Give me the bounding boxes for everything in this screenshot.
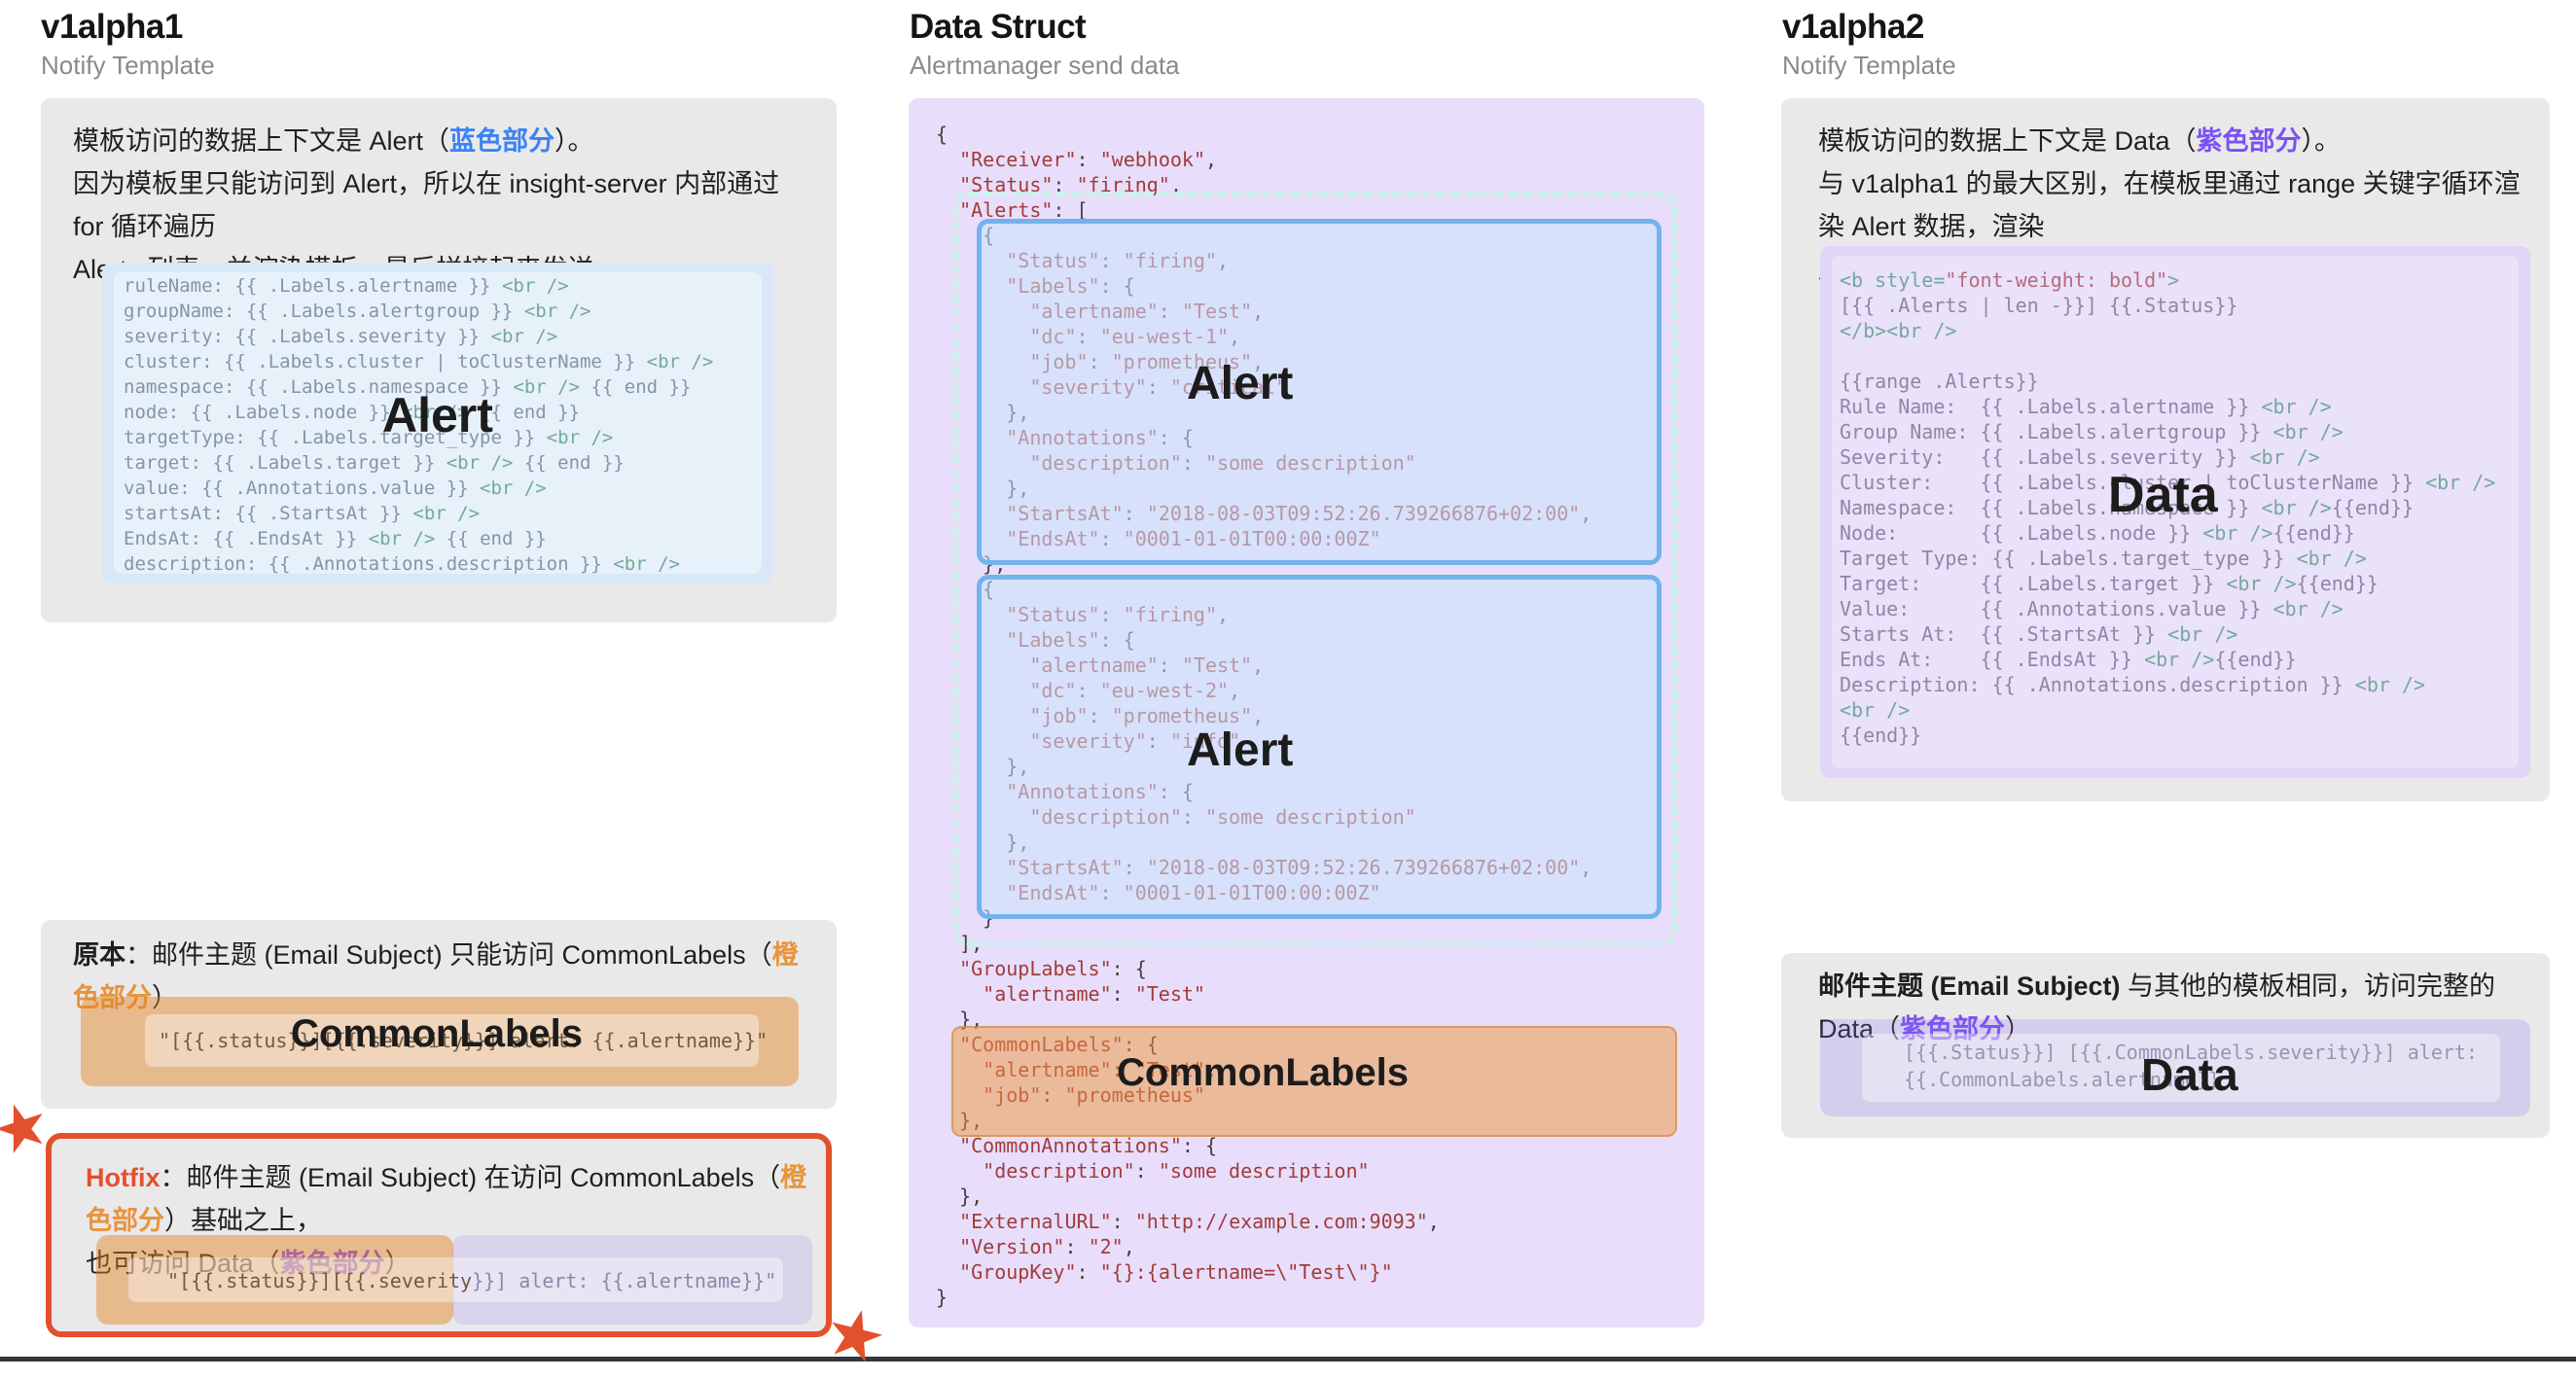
alertmanager-json-panel: { "Receiver": "webhook", "Status": "firi… xyxy=(909,98,1704,1327)
right-column-title: v1alpha2 xyxy=(1782,8,1924,47)
commonlabels-overlay-label: CommonLabels xyxy=(1117,1051,1409,1095)
intro-text-run: 模板访问的数据上下文是 Data（ xyxy=(1818,126,2197,156)
intro-text-run: 因为模板里只能访问到 Alert，所以在 insight-server 内部通过… xyxy=(73,169,779,241)
hotfix-text-run: ）基础之上， xyxy=(164,1206,322,1235)
v1alpha1-intro-panel: 模板访问的数据上下文是 Alert（蓝色部分）。 因为模板里只能访问到 Aler… xyxy=(41,98,837,622)
v1alpha2-subject-panel: 邮件主题 (Email Subject) 与其他的模板相同，访问完整的 Data… xyxy=(1781,953,2550,1138)
left-column-title: v1alpha1 xyxy=(41,8,183,47)
intro-text-run: ）。 xyxy=(2302,126,2342,156)
v1alpha1-template-code-block: ruleName: {{ .Labels.alertname }} <br />… xyxy=(102,263,773,583)
email-subject-label: 邮件主题 (Email Subject) xyxy=(1818,972,2121,1001)
alert-overlay-label: Alert xyxy=(1187,357,1293,410)
screenshot-bottom-edge xyxy=(0,1357,2576,1361)
original-subject-panel: 原本：邮件主题 (Email Subject) 只能访问 CommonLabel… xyxy=(41,920,837,1109)
v1alpha2-intro-panel: 模板访问的数据上下文是 Data（紫色部分）。 与 v1alpha1 的最大区别… xyxy=(1781,98,2550,801)
data-purple-highlight: [{{.Status}}] [{{.CommonLabels.severity}… xyxy=(1820,1019,2530,1116)
alert-object-box-2 xyxy=(977,575,1662,919)
alert-overlay-label: Alert xyxy=(1187,724,1293,777)
data-overlay-label: Data xyxy=(2141,1048,2238,1101)
purple-part-ref: 紫色部分 xyxy=(2197,126,2302,156)
hotfix-code-orange-part: "[{{.status}}][{{.severity xyxy=(167,1269,472,1292)
commonlabels-overlay-label: CommonLabels xyxy=(291,1012,583,1056)
commonlabels-orange-highlight: "[{{.status}}][{{.severity}}] alert: {{.… xyxy=(81,997,799,1086)
left-column-subtitle: Notify Template xyxy=(41,51,215,81)
hotfix-code-purple-part: }}] alert: {{.alertname}}" xyxy=(472,1269,776,1292)
alert-overlay-label: Alert xyxy=(382,387,493,443)
hotfix-panel: Hotfix：邮件主题 (Email Subject) 在访问 CommonLa… xyxy=(46,1133,832,1337)
middle-column-title: Data Struct xyxy=(910,8,1086,47)
intro-text-run: 模板访问的数据上下文是 Alert（ xyxy=(73,126,449,156)
right-column-subtitle: Notify Template xyxy=(1782,51,1956,81)
middle-column-subtitle: Alertmanager send data xyxy=(910,51,1180,81)
intro-text-run: ）。 xyxy=(555,126,594,156)
v1alpha2-template-code-block: <b style="font-weight: bold"> [{{ .Alert… xyxy=(1820,246,2530,778)
hotfix-label: Hotfix xyxy=(86,1163,161,1192)
hotfix-text-run: ：邮件主题 (Email Subject) 在访问 CommonLabels（ xyxy=(161,1163,781,1192)
alert-object-box-1 xyxy=(977,219,1662,565)
data-overlay-label: Data xyxy=(2108,466,2218,524)
original-text-run: ：邮件主题 (Email Subject) 只能访问 CommonLabels（ xyxy=(125,940,772,970)
blue-part-ref: 蓝色部分 xyxy=(449,126,555,156)
intro-text-run: 与 v1alpha1 的最大区别，在模板里通过 range 关键字循环渲染 Al… xyxy=(1818,169,2521,241)
original-label: 原本 xyxy=(73,940,125,970)
hotfix-subject-code: "[{{.status}}][{{.severity}}] alert: {{.… xyxy=(167,1268,776,1293)
